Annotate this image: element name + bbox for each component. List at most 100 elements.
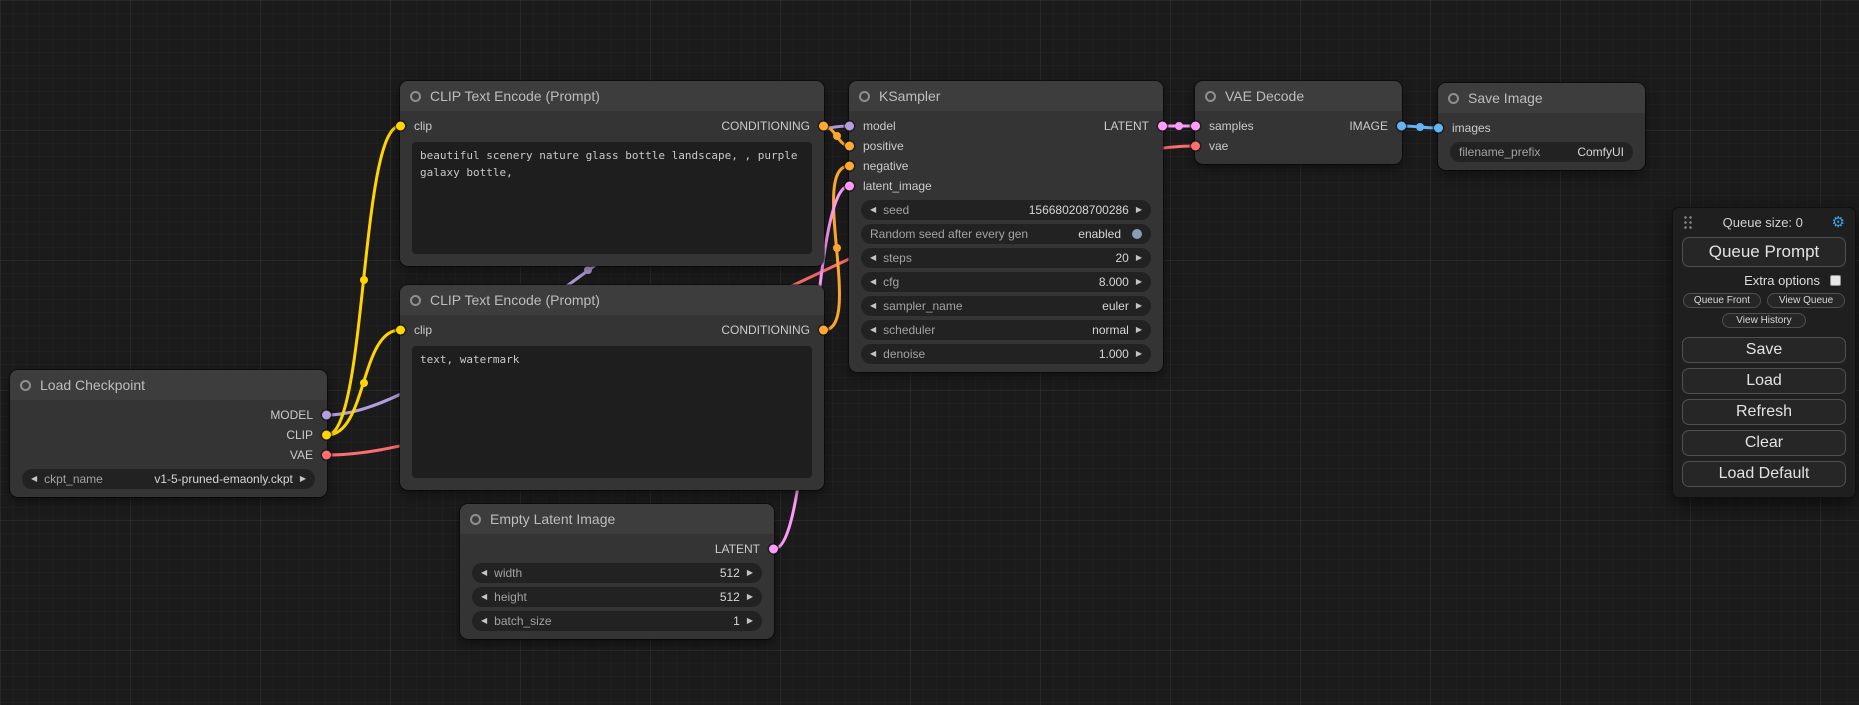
- filename-prefix-widget[interactable]: filename_prefix ComfyUI: [1450, 142, 1633, 162]
- collapse-toggle-icon[interactable]: [410, 91, 421, 102]
- node-clip-text-encode-negative[interactable]: CLIP Text Encode (Prompt) clip CONDITION…: [400, 285, 824, 490]
- seed-widget[interactable]: ◀ seed 156680208700286 ▶: [861, 200, 1151, 220]
- port-positive-input[interactable]: [845, 142, 854, 151]
- increment-arrow-icon[interactable]: ▶: [300, 475, 306, 483]
- positive-prompt-textarea[interactable]: beautiful scenery nature glass bottle la…: [412, 142, 812, 254]
- steps-widget[interactable]: ◀ steps 20 ▶: [861, 248, 1151, 268]
- view-queue-button[interactable]: View Queue: [1767, 293, 1845, 308]
- node-title-bar[interactable]: Load Checkpoint: [10, 370, 327, 400]
- widget-value: normal: [1092, 323, 1129, 337]
- extra-options-row: Extra options: [1673, 267, 1855, 288]
- decrement-arrow-icon[interactable]: ◀: [481, 617, 487, 625]
- port-images-input[interactable]: [1434, 124, 1443, 133]
- increment-arrow-icon[interactable]: ▶: [1136, 326, 1142, 334]
- batch-size-widget[interactable]: ◀ batch_size 1 ▶: [472, 611, 762, 631]
- widget-label: width: [494, 566, 522, 580]
- port-conditioning-output[interactable]: [819, 326, 828, 335]
- decrement-arrow-icon[interactable]: ◀: [870, 254, 876, 262]
- widget-label: Random seed after every gen: [870, 227, 1028, 241]
- menu-drag-handle-icon[interactable]: [1683, 215, 1694, 230]
- ckpt-name-widget[interactable]: ◀ ckpt_name v1-5-pruned-emaonly.ckpt ▶: [22, 469, 315, 489]
- queue-prompt-button[interactable]: Queue Prompt: [1682, 237, 1846, 267]
- port-clip-input[interactable]: [396, 326, 405, 335]
- input-label: model: [863, 119, 896, 133]
- sampler-name-widget[interactable]: ◀ sampler_name euler ▶: [861, 296, 1151, 316]
- node-title-bar[interactable]: Empty Latent Image: [460, 504, 774, 534]
- widget-value: 512: [720, 566, 740, 580]
- width-widget[interactable]: ◀ width 512 ▶: [472, 563, 762, 583]
- node-title-bar[interactable]: VAE Decode: [1195, 81, 1402, 111]
- port-vae-input[interactable]: [1191, 142, 1200, 151]
- port-model-output[interactable]: [322, 411, 331, 420]
- collapse-toggle-icon[interactable]: [410, 295, 421, 306]
- decrement-arrow-icon[interactable]: ◀: [870, 326, 876, 334]
- port-latent-output[interactable]: [769, 545, 778, 554]
- decrement-arrow-icon[interactable]: ◀: [870, 302, 876, 310]
- decrement-arrow-icon[interactable]: ◀: [870, 278, 876, 286]
- collapse-toggle-icon[interactable]: [470, 514, 481, 525]
- denoise-widget[interactable]: ◀ denoise 1.000 ▶: [861, 344, 1151, 364]
- decrement-arrow-icon[interactable]: ◀: [870, 206, 876, 214]
- node-load-checkpoint[interactable]: Load Checkpoint MODEL CLIP VAE ◀ ckpt_na…: [10, 370, 327, 497]
- collapse-toggle-icon[interactable]: [1448, 93, 1459, 104]
- node-title-bar[interactable]: CLIP Text Encode (Prompt): [400, 285, 824, 315]
- port-clip-output[interactable]: [322, 431, 331, 440]
- node-vae-decode[interactable]: VAE Decode samples IMAGE vae: [1195, 81, 1402, 164]
- load-default-button[interactable]: Load Default: [1682, 461, 1846, 487]
- extra-options-checkbox[interactable]: [1830, 275, 1841, 286]
- decrement-arrow-icon[interactable]: ◀: [870, 350, 876, 358]
- decrement-arrow-icon[interactable]: ◀: [481, 569, 487, 577]
- port-samples-input[interactable]: [1191, 122, 1200, 131]
- widget-value: 1: [733, 614, 740, 628]
- node-graph-canvas[interactable]: Load Checkpoint MODEL CLIP VAE ◀ ckpt_na…: [0, 0, 1859, 705]
- port-conditioning-output[interactable]: [819, 122, 828, 131]
- increment-arrow-icon[interactable]: ▶: [747, 593, 753, 601]
- increment-arrow-icon[interactable]: ▶: [747, 617, 753, 625]
- cfg-widget[interactable]: ◀ cfg 8.000 ▶: [861, 272, 1151, 292]
- scheduler-widget[interactable]: ◀ scheduler normal ▶: [861, 320, 1151, 340]
- node-empty-latent-image[interactable]: Empty Latent Image LATENT ◀ width 512 ▶ …: [460, 504, 774, 639]
- node-title-bar[interactable]: KSampler: [849, 81, 1163, 111]
- load-button[interactable]: Load: [1682, 368, 1846, 394]
- clear-button[interactable]: Clear: [1682, 430, 1846, 456]
- node-title-bar[interactable]: CLIP Text Encode (Prompt): [400, 81, 824, 111]
- link-dot-conditioning-positive: [833, 132, 841, 140]
- collapse-toggle-icon[interactable]: [859, 91, 870, 102]
- decrement-arrow-icon[interactable]: ◀: [31, 475, 37, 483]
- port-latent-image-input[interactable]: [845, 182, 854, 191]
- port-vae-output[interactable]: [322, 451, 331, 460]
- settings-gear-icon[interactable]: ⚙: [1832, 215, 1845, 230]
- port-image-output[interactable]: [1397, 122, 1406, 131]
- port-negative-input[interactable]: [845, 162, 854, 171]
- port-row-negative: negative: [849, 156, 1163, 176]
- random-seed-toggle-widget[interactable]: Random seed after every gen enabled: [861, 224, 1151, 244]
- port-row-positive: positive: [849, 136, 1163, 156]
- port-latent-output[interactable]: [1158, 122, 1167, 131]
- node-title-bar[interactable]: Save Image: [1438, 83, 1645, 113]
- view-history-button[interactable]: View History: [1722, 313, 1806, 328]
- port-model-input[interactable]: [845, 122, 854, 131]
- refresh-button[interactable]: Refresh: [1682, 399, 1846, 425]
- increment-arrow-icon[interactable]: ▶: [1136, 206, 1142, 214]
- save-button[interactable]: Save: [1682, 337, 1846, 363]
- increment-arrow-icon[interactable]: ▶: [1136, 278, 1142, 286]
- toggle-knob-icon[interactable]: [1132, 229, 1142, 239]
- node-ksampler[interactable]: KSampler model LATENT positive negative …: [849, 81, 1163, 372]
- increment-arrow-icon[interactable]: ▶: [1136, 302, 1142, 310]
- height-widget[interactable]: ◀ height 512 ▶: [472, 587, 762, 607]
- increment-arrow-icon[interactable]: ▶: [747, 569, 753, 577]
- input-label: samples: [1209, 119, 1254, 133]
- queue-front-button[interactable]: Queue Front: [1683, 293, 1761, 308]
- decrement-arrow-icon[interactable]: ◀: [481, 593, 487, 601]
- widget-label: ckpt_name: [44, 472, 103, 486]
- port-clip-input[interactable]: [396, 122, 405, 131]
- node-save-image[interactable]: Save Image images filename_prefix ComfyU…: [1438, 83, 1645, 170]
- increment-arrow-icon[interactable]: ▶: [1136, 350, 1142, 358]
- widget-value: 1.000: [1099, 347, 1129, 361]
- collapse-toggle-icon[interactable]: [20, 380, 31, 391]
- node-clip-text-encode-positive[interactable]: CLIP Text Encode (Prompt) clip CONDITION…: [400, 81, 824, 266]
- collapse-toggle-icon[interactable]: [1205, 91, 1216, 102]
- increment-arrow-icon[interactable]: ▶: [1136, 254, 1142, 262]
- negative-prompt-textarea[interactable]: text, watermark: [412, 346, 812, 478]
- output-label: MODEL: [270, 408, 313, 422]
